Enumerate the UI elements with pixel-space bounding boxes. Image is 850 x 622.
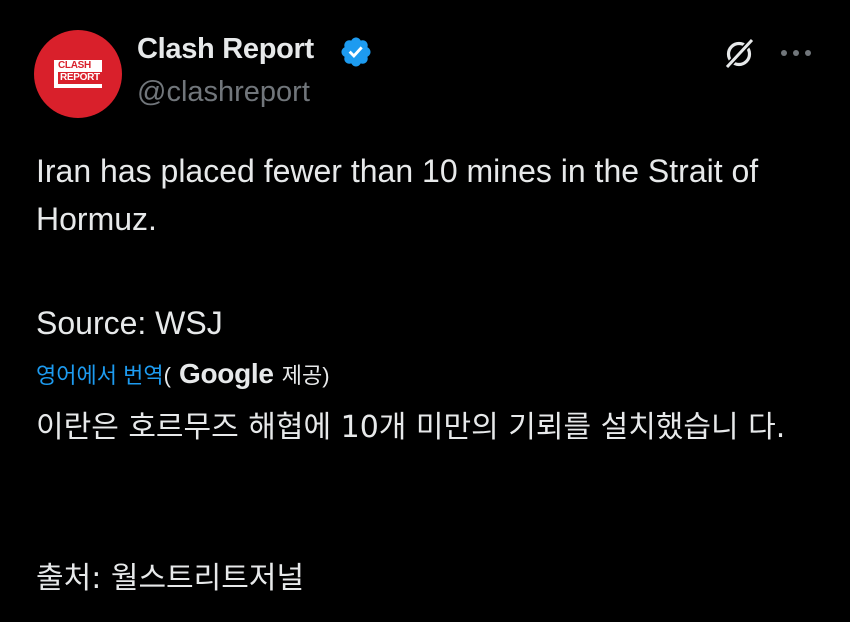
more-dots-icon[interactable]	[778, 40, 814, 66]
avatar-logo-line2: REPORT	[58, 72, 114, 84]
google-logo-text: Google	[179, 358, 274, 389]
tweet-text: Iran has placed fewer than 10 mines in t…	[36, 153, 768, 237]
translation-provided-label: 제공)	[281, 363, 330, 388]
author-handle[interactable]: @clashreport	[137, 76, 310, 109]
author-display-name[interactable]: Clash Report	[137, 33, 314, 66]
translated-tweet-text: 이란은 호르무즈 해협에 10개 미만의 기뢰를 설치했습니 다.	[36, 410, 786, 445]
avatar-logo: CLASH REPORT	[58, 61, 114, 84]
avatar-logo-line1: CLASH	[58, 60, 91, 71]
verified-badge-icon	[341, 37, 371, 67]
translation-open-paren: (	[163, 363, 171, 388]
translated-source-text: 출처: 월스트리트저널	[36, 561, 305, 596]
tweet-header: CLASH REPORT Clash Report @clashreport	[0, 0, 850, 130]
translated-from-link[interactable]: 영어에서 번역	[36, 363, 164, 388]
avatar[interactable]: CLASH REPORT	[34, 30, 122, 118]
tweet-source-text: Source: WSJ	[36, 305, 223, 341]
grok-icon[interactable]	[719, 34, 759, 74]
translation-attribution: 영어에서 번역( Google 제공)	[36, 354, 330, 394]
